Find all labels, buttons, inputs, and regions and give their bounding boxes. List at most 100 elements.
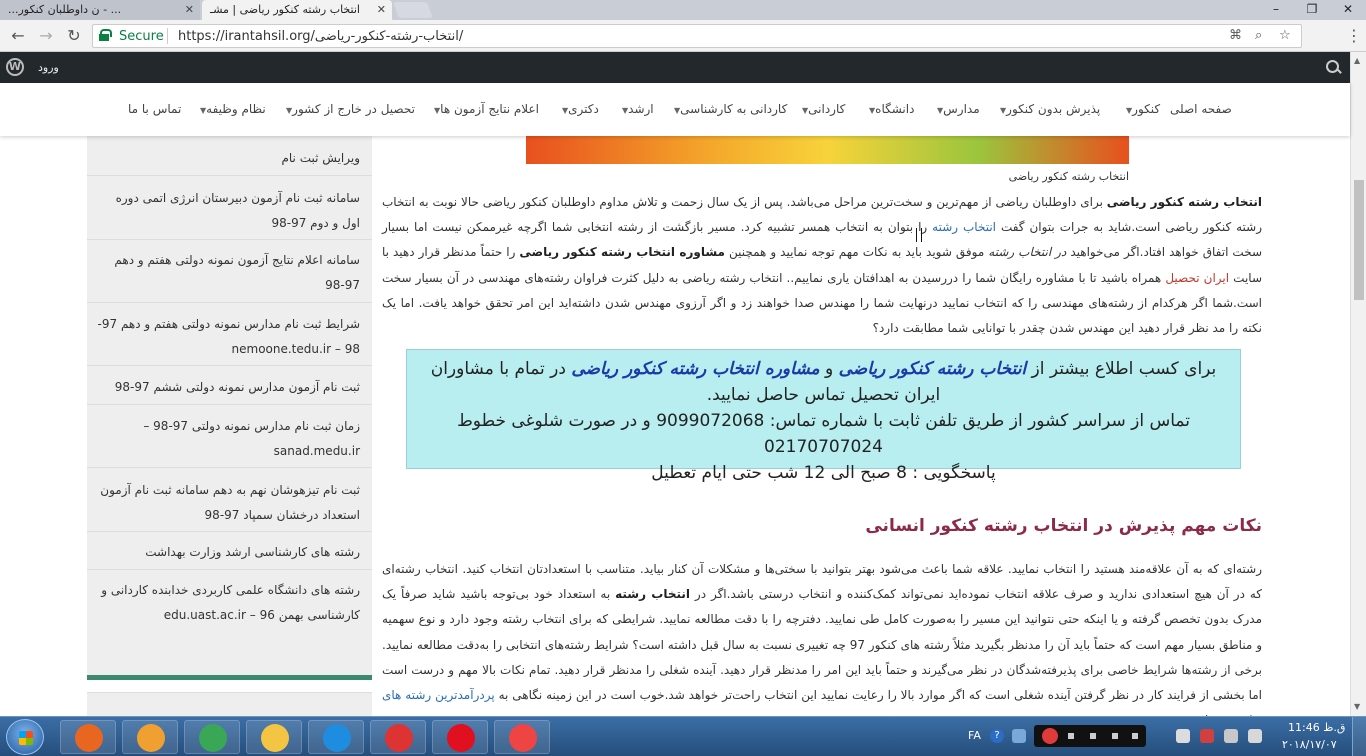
tab-close-icon[interactable]: ✕ bbox=[377, 3, 386, 16]
zoom-icon[interactable]: ⌕ bbox=[1255, 28, 1262, 43]
pause-icon[interactable] bbox=[1090, 733, 1096, 739]
text-run: همراه باشید تا با مشاوره رایگان شما را د… bbox=[382, 270, 1262, 336]
internet-explorer-icon bbox=[323, 724, 351, 752]
menu-icon[interactable]: ⋮ bbox=[1346, 26, 1362, 45]
expand-icon[interactable] bbox=[1132, 733, 1138, 739]
tab-label: ...ن داوطلبان کنکور - ... bbox=[8, 3, 122, 16]
flag-icon[interactable] bbox=[1224, 729, 1238, 743]
sidebar-post-link[interactable]: شرایط ثبت نام مدارس نمونه دولتی هفتم و د… bbox=[87, 312, 372, 366]
taskbar-app-recorder[interactable] bbox=[370, 720, 426, 754]
nav-item-military-service[interactable]: ▼نظام وظیفه bbox=[198, 102, 266, 116]
nav-item-results[interactable]: ▼اعلام نتایج آزمون ها bbox=[432, 102, 539, 116]
taskbar-app-opera[interactable] bbox=[432, 720, 488, 754]
lock-icon bbox=[99, 29, 112, 41]
file-explorer-icon bbox=[261, 724, 289, 752]
intro-paragraph: انتخاب رشته کنکور ریاضی برای داوطلبان ری… bbox=[382, 190, 1262, 341]
inline-link[interactable]: انتخاب رشته bbox=[932, 220, 996, 234]
taskbar-app-internet-explorer[interactable] bbox=[308, 720, 364, 754]
sidebar-post-link[interactable]: ثبت نام آزمون مدارس نمونه دولتی ششم 97-9… bbox=[87, 375, 372, 405]
show-desktop-button[interactable] bbox=[1352, 717, 1366, 756]
text-run: موفق شوید باید به نکات مهم توجه نمایید و… bbox=[724, 245, 989, 260]
nav-item-contact[interactable]: تماس با ما bbox=[128, 102, 181, 116]
recorder-controls[interactable] bbox=[1034, 725, 1146, 747]
text-cursor bbox=[916, 228, 922, 242]
media-player-icon bbox=[137, 724, 165, 752]
volume-icon[interactable] bbox=[1248, 729, 1262, 743]
record-icon[interactable] bbox=[1042, 728, 1058, 744]
site-link[interactable]: ایران تحصیل bbox=[1165, 271, 1229, 285]
start-button[interactable] bbox=[6, 719, 44, 755]
sidebar-post-link[interactable]: زمان ثبت نام مدارس نمونه دولتی 97-98 – s… bbox=[87, 414, 372, 468]
search-icon[interactable] bbox=[1326, 60, 1342, 76]
reload-icon[interactable]: ↻ bbox=[64, 26, 84, 46]
nav-item-kardani[interactable]: ▼کاردانی bbox=[800, 102, 845, 116]
info-line-hours: پاسخگویی : 8 صبح الی 12 شب حتی ایام تعطی… bbox=[651, 463, 996, 483]
clock-date[interactable]: ۲۰۱۸/۱۷/۰۷ bbox=[1282, 738, 1337, 751]
text-run: به استعداد خود بی‌توجه باشید شاید صرفاً … bbox=[382, 587, 1262, 703]
sidebar-recent-posts: ویرایش ثبت نام سامانه ثبت نام آزمون دبیر… bbox=[87, 120, 372, 680]
info-line-1: برای کسب اطلاع بیشتر از انتخاب رشته کنکو… bbox=[430, 359, 1217, 405]
scroll-down-icon[interactable]: ▼ bbox=[1354, 702, 1360, 711]
maximize-icon[interactable]: ❐ bbox=[1294, 0, 1330, 20]
taskbar-app-chrome[interactable] bbox=[184, 720, 240, 754]
url-separator bbox=[167, 28, 168, 44]
back-icon[interactable]: ← bbox=[8, 26, 28, 46]
tray-arrow-icon[interactable] bbox=[1012, 729, 1026, 743]
tab-close-icon[interactable]: ✕ bbox=[185, 3, 194, 16]
sidebar-post-link[interactable]: رشته های دانشگاه علمی کاربردی خدابنده کا… bbox=[87, 578, 372, 634]
bold-phrase: انتخاب رشته کنکور ریاضی bbox=[1106, 195, 1262, 209]
nav-item-university[interactable]: ▼دانشگاه bbox=[867, 102, 914, 116]
new-tab-button[interactable] bbox=[393, 2, 433, 18]
scroll-up-icon[interactable]: ▲ bbox=[1354, 56, 1360, 65]
page-scrollbar[interactable]: ▲ ▼ bbox=[1350, 52, 1366, 716]
minimize-icon[interactable]: – bbox=[1258, 0, 1294, 20]
contact-info-box: برای کسب اطلاع بیشتر از انتخاب رشته کنکو… bbox=[406, 349, 1241, 483]
scroll-thumb[interactable] bbox=[1354, 180, 1364, 300]
taskbar-app-media-player[interactable] bbox=[122, 720, 178, 754]
nav-item-doctorate[interactable]: ▼دکتری bbox=[560, 102, 599, 116]
browser-tab-1[interactable]: ...ن داوطلبان کنکور - ... ✕ bbox=[0, 0, 200, 20]
nav-item-study-abroad[interactable]: ▼تحصیل در خارج از کشور bbox=[284, 102, 415, 116]
info-link-consulting[interactable]: مشاوره انتخاب رشته کنکور ریاضی bbox=[571, 359, 819, 379]
sidebar-post-link[interactable]: سامانه ثبت نام آزمون دبیرستان انرژی اتمی… bbox=[87, 186, 372, 240]
stop-icon[interactable] bbox=[1068, 733, 1074, 739]
login-link[interactable]: ورود bbox=[38, 61, 59, 74]
taskbar-app-file-explorer[interactable] bbox=[246, 720, 302, 754]
info-link-selection[interactable]: انتخاب رشته کنکور ریاضی bbox=[839, 359, 1027, 379]
nav-item-arshad[interactable]: ▼ارشد bbox=[620, 102, 654, 116]
browser-tab-2[interactable]: انتخاب رشته کنکور ریاضی | مشـ ✕ bbox=[202, 0, 392, 20]
clock-time[interactable]: 11:46 ق.ظ bbox=[1288, 721, 1345, 734]
taskbar-app-p-app[interactable] bbox=[494, 720, 550, 754]
nav-item-kardani-to-karshenasi[interactable]: ▼کاردانی به کارشناسی bbox=[672, 102, 787, 116]
url-text[interactable]: https://irantahsil.org/انتخاب-رشته-کنکور… bbox=[178, 29, 463, 44]
tips-paragraph: رشته‌ای که به آن علاقه‌مند هستید را انتخ… bbox=[382, 557, 1262, 717]
sidebar-post-link[interactable]: ثبت نام تیزهوشان نهم به دهم سامانه ثبت ن… bbox=[87, 478, 372, 532]
address-bar[interactable]: Secure https://irantahsil.org/انتخاب-رشت… bbox=[92, 24, 1302, 48]
sidebar-post-link[interactable]: سامانه اعلام نتایج آزمون نمونه دولتی هفت… bbox=[87, 248, 372, 303]
antivirus-icon[interactable] bbox=[1200, 729, 1214, 743]
browser-tab-strip: ...ن داوطلبان کنکور - ... ✕ انتخاب رشته … bbox=[0, 0, 1366, 20]
window-close-icon[interactable]: ✕ bbox=[1330, 0, 1366, 20]
main-nav: صفحه اصلی ▼کنکور ▼پذیرش بدون کنکور ▼مدار… bbox=[0, 83, 1350, 136]
language-indicator[interactable]: FA bbox=[968, 729, 981, 742]
recorder-icon bbox=[385, 724, 413, 752]
bookmark-star-icon[interactable]: ☆ bbox=[1279, 28, 1291, 43]
sidebar-post-link[interactable]: رشته های کارشناسی ارشد وزارت بهداشت bbox=[87, 540, 372, 570]
tab-label: انتخاب رشته کنکور ریاضی | مشـ bbox=[210, 3, 360, 16]
taskbar-app-firefox[interactable] bbox=[60, 720, 116, 754]
sidebar-post-link[interactable]: ویرایش ثبت نام bbox=[87, 146, 372, 176]
wp-admin-bar: W ورود bbox=[0, 52, 1366, 83]
secure-label: Secure bbox=[119, 29, 164, 44]
nav-item-no-konkur[interactable]: ▼پذیرش بدون کنکور bbox=[998, 102, 1100, 116]
nav-item-schools[interactable]: ▼مدارس bbox=[935, 102, 980, 116]
help-icon[interactable]: ? bbox=[990, 729, 1004, 743]
network-icon[interactable] bbox=[1176, 729, 1190, 743]
nav-item-home[interactable]: صفحه اصلی bbox=[1170, 102, 1232, 116]
wordpress-logo-icon[interactable]: W bbox=[6, 58, 24, 76]
chrome-icon bbox=[199, 724, 227, 752]
bold-phrase: انتخاب رشته bbox=[615, 587, 691, 602]
nav-item-konkur[interactable]: ▼کنکور bbox=[1124, 102, 1160, 116]
options-icon[interactable] bbox=[1112, 733, 1118, 739]
translate-icon[interactable]: ⌘ bbox=[1229, 28, 1242, 43]
forward-icon[interactable]: → bbox=[36, 26, 56, 46]
